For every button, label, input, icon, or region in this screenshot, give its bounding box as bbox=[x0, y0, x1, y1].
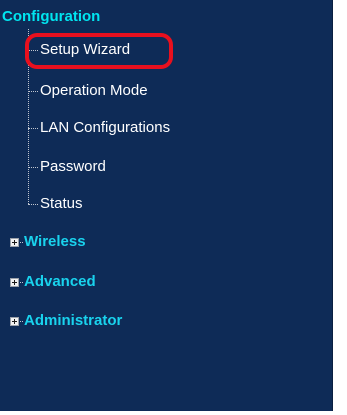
section-title-configuration[interactable]: Configuration bbox=[2, 8, 100, 26]
tree-branch bbox=[20, 320, 23, 322]
tree-branch bbox=[20, 241, 23, 243]
menu-group-administrator[interactable]: Administrator bbox=[10, 311, 122, 331]
menu-item-label: Password bbox=[40, 158, 106, 176]
tree-branch bbox=[20, 281, 23, 283]
menu-item-label: Status bbox=[40, 195, 83, 213]
menu-item-status[interactable]: Status bbox=[28, 194, 83, 214]
menu-group-wireless[interactable]: Wireless bbox=[10, 232, 86, 252]
navigation-panel: Configuration Setup Wizard Operation Mod… bbox=[0, 0, 333, 411]
menu-group-label: Administrator bbox=[24, 312, 123, 330]
menu-item-password[interactable]: Password bbox=[28, 157, 106, 177]
menu-item-operation-mode[interactable]: Operation Mode bbox=[28, 81, 148, 101]
menu-item-label: LAN Configurations bbox=[40, 119, 171, 137]
tree-branch bbox=[28, 49, 38, 51]
menu-group-advanced[interactable]: Advanced bbox=[10, 272, 96, 292]
menu-item-lan-configurations[interactable]: LAN Configurations bbox=[28, 118, 170, 138]
plus-expander-icon[interactable] bbox=[10, 237, 19, 247]
tree-branch bbox=[28, 90, 38, 92]
menu-group-label: Advanced bbox=[24, 273, 96, 291]
tree-branch bbox=[28, 166, 38, 168]
plus-expander-icon[interactable] bbox=[10, 316, 19, 326]
menu-item-setup-wizard[interactable]: Setup Wizard bbox=[28, 40, 130, 60]
menu-item-label: Operation Mode bbox=[40, 82, 148, 100]
menu-group-label: Wireless bbox=[24, 233, 86, 251]
tree-branch bbox=[28, 127, 38, 129]
plus-expander-icon[interactable] bbox=[10, 277, 19, 287]
menu-item-label: Setup Wizard bbox=[40, 41, 131, 59]
tree-branch bbox=[28, 203, 38, 205]
